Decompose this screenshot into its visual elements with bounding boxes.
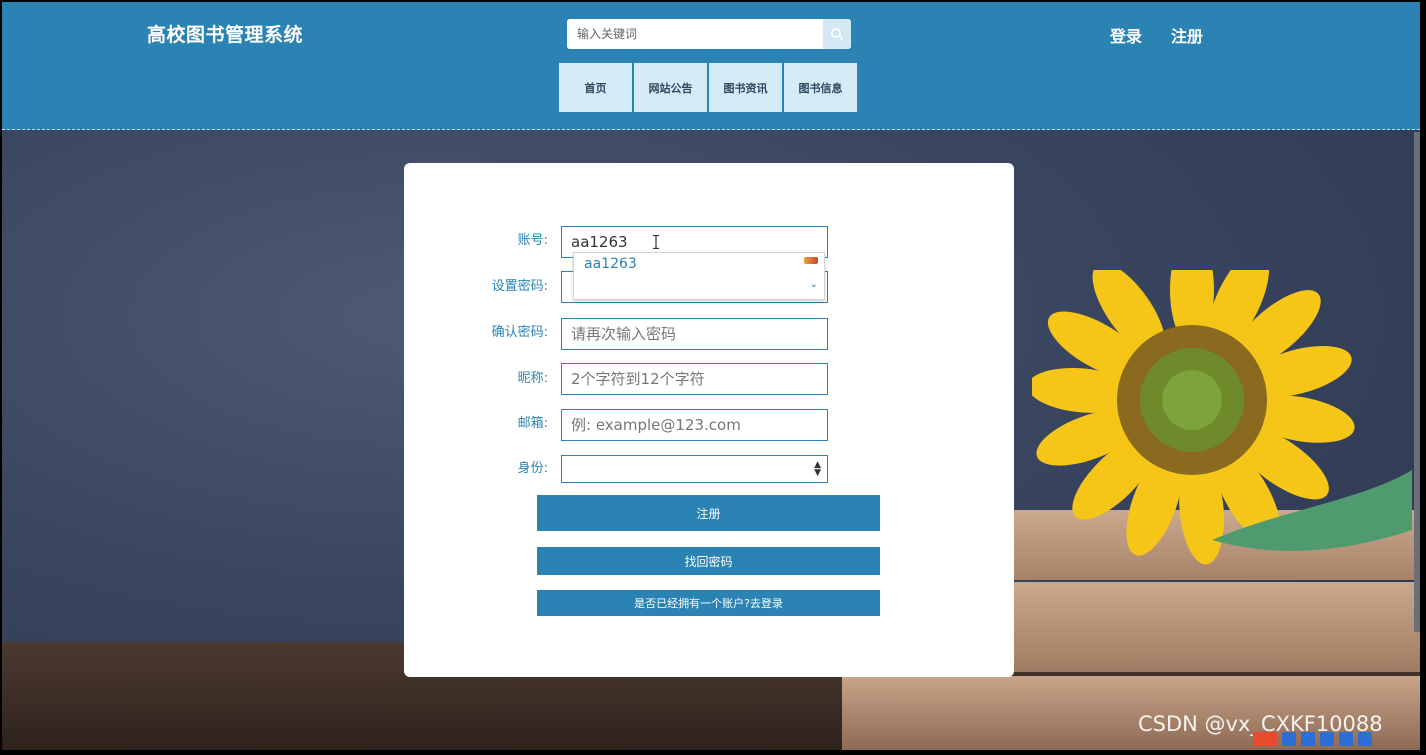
nickname-label: 昵称: <box>517 371 548 386</box>
nav-item-book-news[interactable]: 图书资讯 <box>709 63 782 112</box>
autocomplete-dropdown: aa1263 ⌄ <box>573 252 825 300</box>
select-arrows-icon: ▲ ▼ <box>814 460 821 478</box>
ime-icon[interactable] <box>1253 732 1277 746</box>
go-login-button[interactable]: 是否已经拥有一个账户?去登录 <box>537 590 880 616</box>
site-title: 高校图书管理系统 <box>147 24 304 46</box>
register-link[interactable]: 注册 <box>1171 23 1203 47</box>
tray-icon[interactable] <box>1282 732 1296 746</box>
main-nav: 首页 网站公告 图书资讯 图书信息 <box>559 63 859 112</box>
email-label: 邮箱: <box>517 416 548 431</box>
text-cursor-icon <box>653 235 659 249</box>
tray-icon[interactable] <box>1301 732 1315 746</box>
browser-viewport: 高校图书管理系统 首页 网站公告 图书资讯 图书信息 登录 注册 账号: 设置密… <box>2 2 1420 750</box>
sunflower-image <box>1032 270 1412 565</box>
search-box <box>567 19 851 49</box>
find-password-button[interactable]: 找回密码 <box>537 547 880 575</box>
system-tray <box>1253 732 1372 750</box>
login-link[interactable]: 登录 <box>1110 23 1142 47</box>
search-button[interactable] <box>823 19 851 49</box>
chevron-down-icon[interactable]: ⌄ <box>810 279 818 290</box>
key-icon <box>804 257 818 264</box>
tray-icon[interactable] <box>1339 732 1353 746</box>
register-card: 账号: 设置密码: aa1263 ⌄ 确认密码: 昵称: 邮箱: 身份: ▲▼ … <box>404 163 1014 677</box>
password-label: 设置密码: <box>491 279 548 294</box>
account-label: 账号: <box>517 233 548 248</box>
site-header: 高校图书管理系统 首页 网站公告 图书资讯 图书信息 登录 注册 <box>2 2 1420 130</box>
search-icon <box>831 28 844 41</box>
confirm-password-label: 确认密码: <box>491 325 548 340</box>
autocomplete-suggestion[interactable]: aa1263 <box>584 256 637 272</box>
role-label: 身份: <box>517 461 548 476</box>
search-input[interactable] <box>567 19 819 49</box>
nav-item-book-info[interactable]: 图书信息 <box>784 63 857 112</box>
role-select[interactable]: ▲ ▼ <box>561 455 828 483</box>
email-input[interactable] <box>561 409 828 441</box>
nav-item-announcements[interactable]: 网站公告 <box>634 63 707 112</box>
nickname-input[interactable] <box>561 363 828 395</box>
tray-icon[interactable] <box>1320 732 1334 746</box>
confirm-password-input[interactable] <box>561 318 828 350</box>
register-button[interactable]: 注册 <box>537 495 880 531</box>
scrollbar[interactable] <box>1414 132 1420 632</box>
tray-icon[interactable] <box>1358 732 1372 746</box>
nav-item-home[interactable]: 首页 <box>559 63 632 112</box>
